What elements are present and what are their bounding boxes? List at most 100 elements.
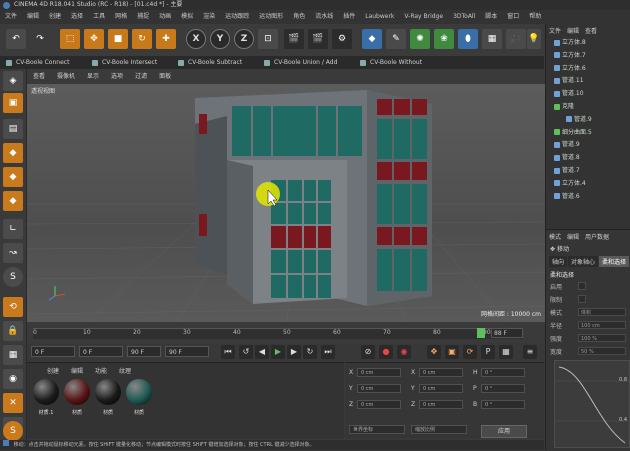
pen-icon[interactable]: ✎ <box>386 29 406 49</box>
polygons-mode-icon[interactable]: ◆ <box>3 191 23 211</box>
object-list-item[interactable]: 管道.11 <box>554 76 584 85</box>
material-name[interactable]: 材质.1 <box>30 409 62 416</box>
tab-cv-boole-subtract[interactable]: CV-Boole Subtract <box>174 57 248 69</box>
subdivision-icon[interactable]: ✺ <box>410 29 430 49</box>
current-frame-field[interactable]: 0 F <box>31 346 75 357</box>
coord-value-field[interactable]: 0 ° <box>481 400 525 409</box>
attribute-field-value[interactable]: 100 cm <box>578 321 626 329</box>
timeline-menu-icon[interactable]: ≡ <box>523 345 537 359</box>
preview-end-field[interactable]: 90 F <box>127 346 161 357</box>
material-menu-item[interactable]: 编辑 <box>65 368 89 375</box>
position-key-icon[interactable]: ✥ <box>427 345 441 359</box>
object-list-item[interactable]: 立方体.8 <box>554 38 586 47</box>
viewport-menu-item[interactable]: 查看 <box>27 72 51 82</box>
viewport[interactable]: 透视视图 网格间距: 10000 cm <box>27 84 547 322</box>
falloff-graph[interactable]: 0.8 0.4 <box>554 360 630 448</box>
attribute-checkbox[interactable] <box>578 282 586 290</box>
coord-value-field[interactable]: 0 cm <box>419 384 463 393</box>
record-keys-icon[interactable]: ⊘ <box>361 345 375 359</box>
menu-item[interactable]: 运动图形 <box>254 10 288 24</box>
axis-mode-icon[interactable]: ∟ <box>3 219 23 239</box>
menu-item[interactable]: 捕捉 <box>132 10 154 24</box>
workplane-icon[interactable]: ⟲ <box>3 297 23 317</box>
menu-item[interactable]: 动画 <box>154 10 176 24</box>
scale-icon[interactable]: ■ <box>108 29 128 49</box>
snap-icon[interactable]: S <box>3 267 23 287</box>
object-list-item[interactable]: 立方体.6 <box>554 64 586 73</box>
material-menu-item[interactable]: 纹理 <box>113 368 137 375</box>
undo-icon[interactable]: ↶ <box>6 29 26 49</box>
y-axis-button[interactable]: Y <box>210 29 230 49</box>
render-view-icon[interactable]: 🎬 <box>284 29 304 49</box>
prev-frame-icon[interactable]: ◀ <box>255 345 269 359</box>
object-list-item[interactable]: 管道.7 <box>554 166 580 175</box>
coordinate-mode-select[interactable]: 世界坐标 <box>349 425 405 434</box>
rotate-icon[interactable]: ↻ <box>132 29 152 49</box>
redo-icon[interactable]: ↷ <box>30 29 50 49</box>
points-mode-icon[interactable]: ◆ <box>3 143 23 163</box>
material-swatch[interactable] <box>64 379 90 405</box>
x-axis-button[interactable]: X <box>186 29 206 49</box>
attribute-menu-item[interactable]: 编辑 <box>567 234 585 241</box>
pla-key-icon[interactable]: ▦ <box>499 345 513 359</box>
soft-selection-icon[interactable]: ◉ <box>3 369 23 389</box>
start-frame-field[interactable]: 0 F <box>79 346 123 357</box>
attribute-field-value[interactable]: 100 % <box>578 334 626 342</box>
object-list-item[interactable]: 管道.10 <box>554 89 584 98</box>
material-swatch[interactable] <box>126 379 152 405</box>
planar-workplane-icon[interactable]: ▦ <box>3 345 23 365</box>
cube-icon[interactable]: ◆ <box>362 29 382 49</box>
coord-value-field[interactable]: 0 ° <box>481 384 525 393</box>
attribute-field-value[interactable]: 50 % <box>578 347 626 355</box>
attribute-checkbox[interactable] <box>578 295 586 303</box>
timeline-track[interactable]: 0 10 20 30 40 50 60 70 80 90 <box>33 328 523 339</box>
coord-value-field[interactable]: 0 cm <box>419 368 463 377</box>
menu-item[interactable]: V-Ray Bridge <box>399 10 448 24</box>
timeline[interactable]: 0 10 20 30 40 50 60 70 80 90 88 F <box>27 323 544 343</box>
menu-item[interactable]: Laubwerk <box>360 10 399 24</box>
param-key-icon[interactable]: P <box>481 345 495 359</box>
go-to-start-icon[interactable]: ⏮ <box>221 345 235 359</box>
menu-item[interactable]: 3DToAll <box>448 10 480 24</box>
menu-item[interactable]: 渲染 <box>198 10 220 24</box>
object-list-item[interactable]: 立方体.7 <box>554 51 586 60</box>
floor-icon[interactable]: ▦ <box>482 29 502 49</box>
go-to-end-icon[interactable]: ⏭ <box>321 345 335 359</box>
move-icon[interactable]: ✥ <box>84 29 104 49</box>
material-name[interactable]: 材质 <box>92 409 124 416</box>
viewport-menu-item[interactable]: 选项 <box>105 72 129 82</box>
menu-item[interactable]: 角色 <box>288 10 310 24</box>
menu-item[interactable]: 窗口 <box>502 10 524 24</box>
material-swatch[interactable] <box>95 379 121 405</box>
material-name[interactable]: 材质 <box>123 409 155 416</box>
lock-workplane-icon[interactable]: 🔒 <box>3 321 23 341</box>
material-swatch[interactable] <box>33 379 59 405</box>
attribute-tab[interactable]: 柔和选择 <box>599 256 630 267</box>
prev-key-icon[interactable]: ↺ <box>239 345 253 359</box>
coordinate-system-icon[interactable]: ⊡ <box>258 29 278 49</box>
object-list-item[interactable]: 立方体.4 <box>554 179 586 188</box>
object-manager-menu-item[interactable]: 文件 <box>549 28 567 35</box>
viewport-menu-item[interactable]: 显示 <box>81 72 105 82</box>
object-list-item[interactable]: 管道.9 <box>554 140 580 149</box>
menu-item[interactable]: 选择 <box>66 10 88 24</box>
coord-value-field[interactable]: 0 cm <box>357 400 401 409</box>
menu-item[interactable]: 流水线 <box>310 10 338 24</box>
object-list-item[interactable]: 克隆 <box>554 102 574 111</box>
scale-mode-select[interactable]: 缩放比例 <box>411 425 467 434</box>
material-menu-item[interactable]: 功能 <box>89 368 113 375</box>
menu-item[interactable]: 网格 <box>110 10 132 24</box>
tweak-mode-icon[interactable]: ↝ <box>3 243 23 263</box>
edges-mode-icon[interactable]: ◆ <box>3 167 23 187</box>
attribute-field-value[interactable]: 体积 <box>578 308 626 316</box>
material-menu-item[interactable]: 创建 <box>41 368 65 375</box>
attribute-menu-item[interactable]: 模式 <box>549 234 567 241</box>
apply-button[interactable]: 应用 <box>481 425 527 438</box>
next-frame-icon[interactable]: ▶ <box>287 345 301 359</box>
tab-cv-boole-intersect[interactable]: CV-Boole Intersect <box>88 57 163 69</box>
make-editable-icon[interactable]: ◈ <box>3 71 23 91</box>
viewport-menu-item[interactable]: 面板 <box>153 72 177 82</box>
camera-icon[interactable]: 🎥 <box>506 29 526 49</box>
object-manager-menu-item[interactable]: 编辑 <box>567 28 585 35</box>
attribute-menu-item[interactable]: 用户数据 <box>585 234 615 241</box>
